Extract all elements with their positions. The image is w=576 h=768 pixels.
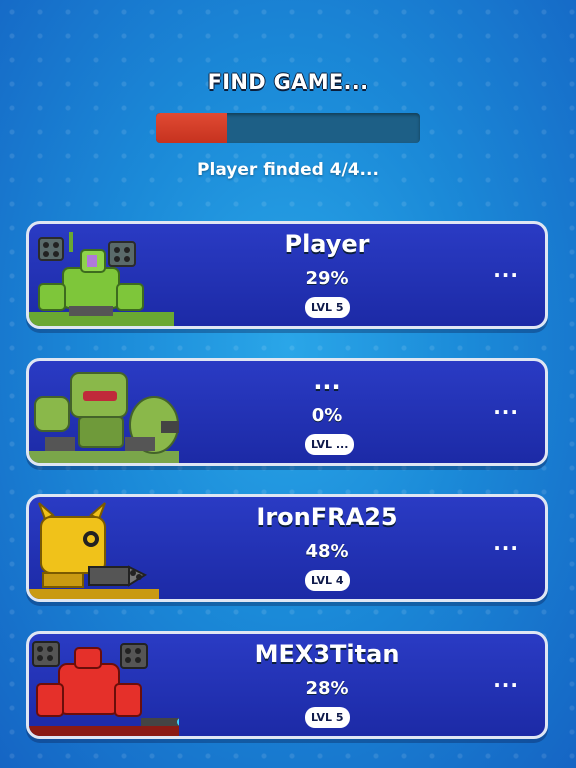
player-name: IronFRA25 — [256, 503, 398, 531]
player-card: MEX3Titan 28% LVL 5 ... — [26, 631, 548, 739]
green-missile-mech-icon — [29, 232, 174, 326]
player-card: IronFRA25 48% LVL 4 ... — [26, 494, 548, 602]
green-cannon-mech-icon — [29, 372, 179, 463]
yellow-gatling-mech-icon — [29, 502, 159, 599]
level-badge: LVL 5 — [305, 297, 350, 318]
player-load-percent: 48% — [305, 541, 349, 562]
player-load-percent: 28% — [305, 678, 349, 699]
player-load-percent: 0% — [311, 405, 343, 426]
red-missile-mech-icon — [29, 641, 179, 736]
level-badge: LVL 5 — [305, 707, 350, 728]
player-card: Player 29% LVL 5 ... — [26, 221, 548, 329]
player-card: ... 0% LVL ... ... — [26, 358, 548, 466]
more-options-button[interactable]: ... — [493, 668, 519, 692]
player-name: Player — [284, 230, 370, 258]
matchmaking-status: Player finded 4/4... — [197, 160, 379, 180]
level-badge: LVL ... — [305, 434, 355, 455]
level-badge: LVL 4 — [305, 570, 350, 591]
more-options-button[interactable]: ... — [493, 258, 519, 282]
matchmaking-progress-bar — [156, 113, 420, 143]
more-options-button[interactable]: ... — [493, 395, 519, 419]
more-options-button[interactable]: ... — [493, 531, 519, 555]
matchmaking-progress-fill — [156, 113, 228, 143]
player-name: ... — [313, 367, 341, 395]
page-title: FIND GAME... — [207, 70, 369, 94]
player-load-percent: 29% — [305, 268, 349, 289]
player-name: MEX3Titan — [254, 640, 400, 668]
